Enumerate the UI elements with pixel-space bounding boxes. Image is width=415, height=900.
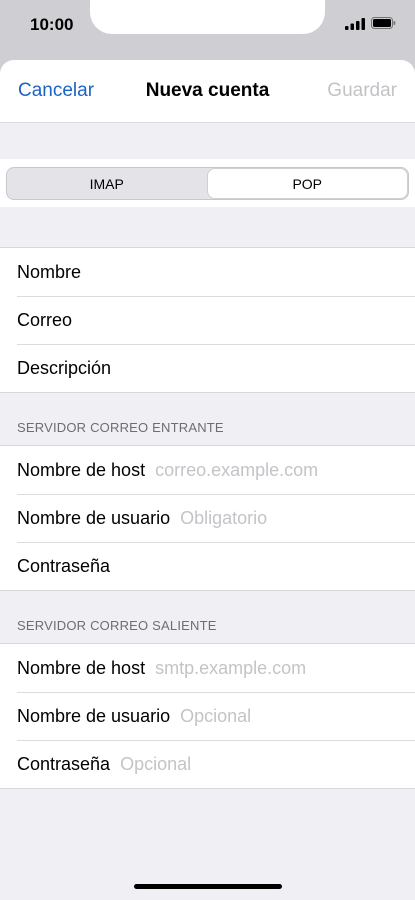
notch (90, 0, 325, 34)
incoming-server-header-text: SERVIDOR CORREO ENTRANTE (17, 420, 224, 435)
incoming-username-placeholder: Obligatorio (180, 507, 268, 528)
incoming-password-field[interactable]: Contraseña (0, 542, 415, 590)
protocol-segmented-control: IMAP POP (6, 167, 409, 200)
cellular-signal-icon (345, 18, 365, 30)
outgoing-password-placeholder: Opcional (120, 753, 192, 774)
email-field[interactable]: Correo (0, 296, 415, 344)
name-label: Nombre (17, 261, 82, 282)
incoming-host-label: Nombre de host (17, 459, 146, 480)
status-time: 10:00 (30, 15, 74, 34)
incoming-username-field[interactable]: Nombre de usuario Obligatorio (0, 494, 415, 542)
home-indicator[interactable] (134, 884, 282, 889)
outgoing-username-label: Nombre de usuario (17, 705, 171, 726)
outgoing-host-field[interactable]: Nombre de host smtp.example.com (0, 644, 415, 692)
phone-screen: 10:00 Cancelar Nueva cuenta Guardar IMAP… (0, 0, 415, 900)
segment-imap[interactable]: IMAP (7, 168, 207, 199)
outgoing-password-label: Contraseña (17, 753, 111, 774)
email-label: Correo (17, 309, 73, 330)
incoming-server-group: Nombre de host correo.example.com Nombre… (0, 445, 415, 591)
incoming-server-header: SERVIDOR CORREO ENTRANTE (0, 393, 415, 445)
description-field[interactable]: Descripción (0, 344, 415, 392)
segment-pop[interactable]: POP (207, 169, 407, 198)
outgoing-username-field[interactable]: Nombre de usuario Opcional (0, 692, 415, 740)
new-account-sheet: Cancelar Nueva cuenta Guardar IMAP POP N… (0, 60, 415, 900)
outgoing-host-label: Nombre de host (17, 657, 146, 678)
outgoing-username-placeholder: Opcional (180, 705, 252, 726)
description-label: Descripción (17, 357, 112, 378)
account-info-group: Nombre Correo Descripción (0, 247, 415, 393)
incoming-host-placeholder: correo.example.com (155, 459, 319, 480)
status-bar: 10:00 (0, 0, 415, 56)
outgoing-server-group: Nombre de host smtp.example.com Nombre d… (0, 643, 415, 789)
navigation-bar: Cancelar Nueva cuenta Guardar (0, 60, 415, 123)
outgoing-server-header-text: SERVIDOR CORREO SALIENTE (17, 618, 217, 633)
save-button[interactable]: Guardar (327, 80, 397, 102)
outgoing-password-field[interactable]: Contraseña Opcional (0, 740, 415, 788)
battery-icon (371, 17, 396, 29)
incoming-username-label: Nombre de usuario (17, 507, 171, 528)
protocol-selector-row: IMAP POP (0, 159, 415, 207)
incoming-password-label: Contraseña (17, 555, 111, 576)
incoming-host-field[interactable]: Nombre de host correo.example.com (0, 446, 415, 494)
outgoing-server-header: SERVIDOR CORREO SALIENTE (0, 591, 415, 643)
name-field[interactable]: Nombre (0, 248, 415, 296)
outgoing-host-placeholder: smtp.example.com (155, 657, 307, 678)
